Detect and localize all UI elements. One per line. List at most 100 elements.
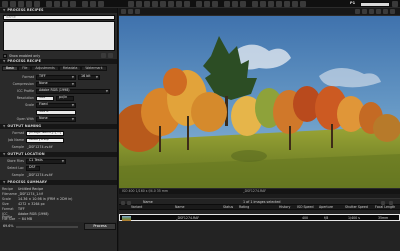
tab-metadata[interactable]: Metadata [58,66,82,71]
tool-icon[interactable] [284,1,290,7]
tool-icon[interactable] [355,9,360,14]
chevron-down-icon: ▼ [71,81,74,86]
compression-select[interactable]: None ▼ [36,81,76,87]
store-files-select[interactable]: C1 Tests ▼ [26,158,66,164]
tab-basic[interactable]: Basic [2,66,19,71]
column-header[interactable]: Name [175,205,184,209]
tool-icon[interactable] [18,1,24,7]
tool-icon[interactable] [34,1,40,7]
recipe-search-input[interactable]: Name [3,15,115,20]
scale-select[interactable]: Fixed ▼ [36,102,76,108]
icc-profile-label: ICC Profile [17,88,34,93]
tab-watermark[interactable]: Watermark [81,66,107,71]
chevron-down-icon: ▼ [95,74,98,79]
tool-icon[interactable] [362,9,367,14]
tool-icon[interactable] [54,1,60,7]
naming-format-label: Format [12,130,24,135]
output-naming-header[interactable]: ▼ OUTPUT NAMING [0,124,117,129]
icc-profile-select[interactable]: Adobe RGB (1998) ▼ [36,88,110,94]
job-name-input[interactable]: Gallerysnap [26,137,64,143]
grid-view-icon[interactable] [121,200,125,205]
image-viewer[interactable] [119,16,400,189]
tool-icon[interactable] [136,1,142,7]
autumn-tree [373,114,400,142]
tool-icon[interactable] [168,1,174,7]
tool-icon[interactable] [46,1,52,7]
tool-icon[interactable] [383,9,388,14]
process-summary-header[interactable]: ▼ PROCESS SUMMARY [0,180,117,185]
recipe-list[interactable] [3,21,115,51]
tool-icon[interactable] [176,1,182,7]
tool-icon[interactable] [152,1,158,7]
process-recipe-header[interactable]: ▼ PROCESS RECIPE [0,59,117,64]
tool-icon[interactable] [260,1,266,7]
tool-icon[interactable] [128,9,133,14]
column-header[interactable]: Aperture [319,205,333,209]
tool-icon[interactable] [128,1,134,7]
select-location-button[interactable]: DSF [26,165,40,171]
resolution-input[interactable]: 300 [36,95,54,101]
process-button[interactable]: Process [84,223,116,230]
tool-icon[interactable] [144,1,150,7]
tool-icon[interactable] [10,1,16,7]
column-header[interactable]: Variant [131,205,142,209]
bit-depth-select[interactable]: 16 bit ▼ [78,74,100,80]
tool-icon[interactable] [276,1,282,7]
tool-icon[interactable] [70,1,76,7]
tool-icon[interactable] [232,1,238,7]
open-with-select[interactable]: None ▼ [36,116,76,122]
summary-format-label: Format [2,206,14,211]
top-search-input[interactable] [360,1,390,7]
table-row[interactable]: _DSF1274.RAF 400 f/8 1/400 s 35mm [119,214,400,221]
tool-icon[interactable] [121,9,126,14]
column-header[interactable]: Status [223,205,233,209]
tool-icon[interactable] [26,1,32,7]
search-icon[interactable] [392,1,398,7]
tool-icon[interactable] [160,1,166,7]
tool-icon[interactable] [196,1,202,7]
tool-icon[interactable] [390,9,395,14]
tool-icon[interactable] [90,1,96,7]
tool-icon[interactable] [82,1,88,7]
tool-icon[interactable] [292,1,298,7]
tool-icon[interactable] [240,1,246,7]
summary-scale-value: 14.36 × 10.98 in (FRM × 2DH in) [18,196,73,201]
show-enabled-checkbox[interactable] [3,54,7,58]
tool-icon[interactable] [184,1,190,7]
tool-icon[interactable] [300,1,306,7]
tool-icon[interactable] [369,9,374,14]
column-header[interactable]: ISO Speed [297,205,313,209]
search-icon[interactable] [389,200,393,205]
output-location-header[interactable]: ▼ OUTPUT LOCATION [0,152,117,157]
tool-icon[interactable] [2,1,8,7]
tool-icon[interactable] [212,1,218,7]
tool-icon[interactable] [268,1,274,7]
filter-icon[interactable] [381,200,385,205]
tool-icon[interactable] [224,1,230,7]
resolution-unit-select[interactable]: px/in [56,95,74,101]
tool-icon[interactable] [135,9,140,14]
row-iso: 400 [302,215,309,220]
remove-recipe-icon[interactable] [108,53,113,58]
sort-label[interactable]: Name [143,200,153,204]
tool-icon[interactable] [62,1,68,7]
column-header[interactable]: Shutter Speed [345,205,368,209]
tool-icon[interactable] [98,1,104,7]
list-view-icon[interactable] [127,200,131,205]
tool-icon[interactable] [376,9,381,14]
zoom-slider[interactable] [16,226,78,228]
format-select[interactable]: TIFF ▼ [36,74,76,80]
column-header[interactable]: Focal Length [375,205,395,209]
tool-icon[interactable] [252,1,258,7]
add-recipe-icon[interactable] [101,53,106,58]
viewer-toolbar [119,8,400,16]
tab-adjustments[interactable]: Adjustments [31,66,59,71]
process-recipes-header[interactable]: ▼ PROCESS RECIPES [0,8,117,13]
naming-format-input[interactable]: [Image Name]+[...] [26,130,64,136]
tab-file[interactable]: File [18,66,32,71]
column-header[interactable]: Rating [239,205,249,209]
scale-percent-input[interactable]: 100% [36,109,76,115]
column-header[interactable]: History [279,205,290,209]
chevron-down-icon: ▼ [71,74,74,79]
tool-icon[interactable] [204,1,210,7]
